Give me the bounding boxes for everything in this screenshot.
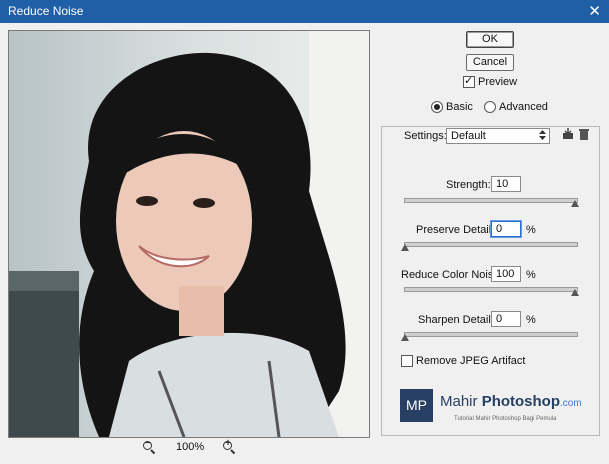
- watermark-logo: MP Mahir Photoshop.com Tutorial Mahir Ph…: [400, 389, 590, 429]
- zoom-in-icon[interactable]: +: [223, 438, 236, 455]
- window-title: Reduce Noise: [8, 4, 84, 18]
- strength-input[interactable]: 10: [491, 176, 521, 192]
- sharpen-details-slider[interactable]: [404, 332, 578, 337]
- settings-label: Settings:: [404, 130, 447, 142]
- remove-jpeg-label: Remove JPEG Artifact: [416, 355, 526, 367]
- reduce-color-noise-slider-thumb[interactable]: [571, 289, 579, 296]
- reduce-color-noise-unit: %: [526, 269, 536, 281]
- preserve-details-slider-thumb[interactable]: [401, 244, 409, 251]
- logo-brand-domain: .com: [560, 398, 582, 409]
- zoom-bar: − 100% +: [140, 438, 250, 455]
- save-preset-icon[interactable]: [562, 128, 574, 140]
- sharpen-details-label: Sharpen Details:: [418, 314, 500, 326]
- reduce-color-noise-input[interactable]: 100: [491, 266, 521, 282]
- sharpen-details-unit: %: [526, 314, 536, 326]
- radio-selected-dot: [434, 104, 440, 110]
- trash-icon[interactable]: [578, 128, 590, 140]
- reduce-color-noise-label: Reduce Color Noise:: [401, 269, 503, 281]
- basic-radio[interactable]: [431, 101, 443, 113]
- sharpen-details-slider-thumb[interactable]: [401, 334, 409, 341]
- close-icon[interactable]: ✕: [588, 2, 601, 20]
- zoom-level: 100%: [176, 441, 205, 453]
- logo-tagline: Tutorial Mahir Photoshop Bagi Pemula: [454, 416, 557, 422]
- reduce-color-noise-slider[interactable]: [404, 287, 578, 292]
- dropdown-arrow-icon: [539, 129, 546, 146]
- logo-brand-second: Photoshop: [481, 393, 561, 410]
- strength-slider-thumb[interactable]: [571, 200, 579, 207]
- preserve-details-input[interactable]: 0: [491, 221, 521, 237]
- preview-image[interactable]: [8, 30, 370, 438]
- checkmark-icon: ✓: [464, 75, 474, 87]
- settings-value: Default: [451, 130, 486, 142]
- preview-photo: [9, 31, 369, 437]
- logo-mark: MP: [400, 389, 433, 422]
- ok-button[interactable]: OK: [466, 31, 514, 48]
- sharpen-details-input[interactable]: 0: [491, 311, 521, 327]
- settings-dropdown[interactable]: Default: [446, 128, 550, 144]
- logo-brand-first: Mahir: [440, 393, 482, 410]
- basic-label: Basic: [446, 101, 473, 113]
- remove-jpeg-checkbox[interactable]: [401, 355, 413, 367]
- preview-checkbox[interactable]: ✓: [463, 75, 475, 88]
- advanced-radio[interactable]: [484, 101, 496, 113]
- preview-label: Preview: [478, 76, 518, 88]
- preserve-details-label: Preserve Details:: [416, 224, 500, 236]
- strength-label: Strength:: [446, 179, 491, 191]
- strength-slider[interactable]: [404, 198, 578, 203]
- advanced-label: Advanced: [499, 101, 548, 113]
- cancel-button[interactable]: Cancel: [466, 54, 514, 71]
- logo-brand: Mahir Photoshop.com: [440, 393, 582, 410]
- zoom-out-icon[interactable]: −: [143, 438, 156, 455]
- preserve-details-slider[interactable]: [404, 242, 578, 247]
- preserve-details-unit: %: [526, 224, 536, 236]
- title-bar: Reduce Noise ✕: [0, 0, 609, 23]
